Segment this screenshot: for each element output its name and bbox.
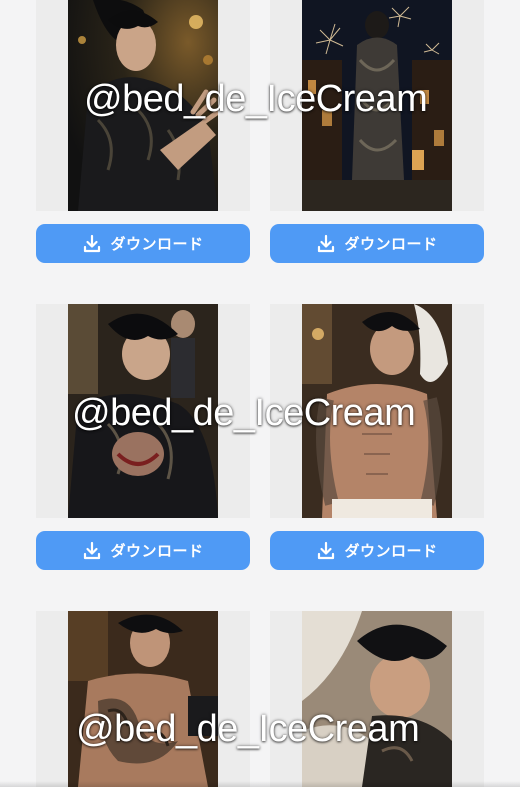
artwork-fireworks <box>302 0 452 211</box>
download-label: ダウンロード <box>344 543 438 560</box>
download-button[interactable]: ダウンロード <box>36 531 250 570</box>
bottom-edge-shadow <box>0 781 520 787</box>
thumbnail-frame[interactable] <box>270 304 484 518</box>
thumbnail-image[interactable] <box>302 0 452 211</box>
artwork-man-leaning <box>68 304 218 518</box>
download-label: ダウンロード <box>110 236 204 253</box>
artwork-man-kimono <box>68 0 218 211</box>
thumbnail-image[interactable] <box>302 304 452 518</box>
image-grid: ダウンロード ダウンロード ダウンロード ダウンロード <box>0 0 520 787</box>
thumbnail-frame[interactable] <box>270 611 484 787</box>
thumbnail-frame[interactable] <box>36 611 250 787</box>
download-icon <box>82 541 102 561</box>
download-icon <box>82 234 102 254</box>
artwork-man-towel <box>302 304 452 518</box>
thumbnail-frame[interactable] <box>36 304 250 518</box>
thumbnail-frame[interactable] <box>36 0 250 211</box>
thumbnail-image[interactable] <box>68 304 218 518</box>
thumbnail-frame[interactable] <box>270 0 484 211</box>
artwork-dragon-tattoo <box>68 611 218 787</box>
download-label: ダウンロード <box>344 236 438 253</box>
download-icon <box>316 234 336 254</box>
thumbnail-image[interactable] <box>302 611 452 787</box>
download-label: ダウンロード <box>110 543 204 560</box>
download-icon <box>316 541 336 561</box>
artwork-man-pillow <box>302 611 452 787</box>
download-button[interactable]: ダウンロード <box>270 531 484 570</box>
thumbnail-image[interactable] <box>68 0 218 211</box>
download-button[interactable]: ダウンロード <box>36 224 250 263</box>
download-button[interactable]: ダウンロード <box>270 224 484 263</box>
thumbnail-image[interactable] <box>68 611 218 787</box>
